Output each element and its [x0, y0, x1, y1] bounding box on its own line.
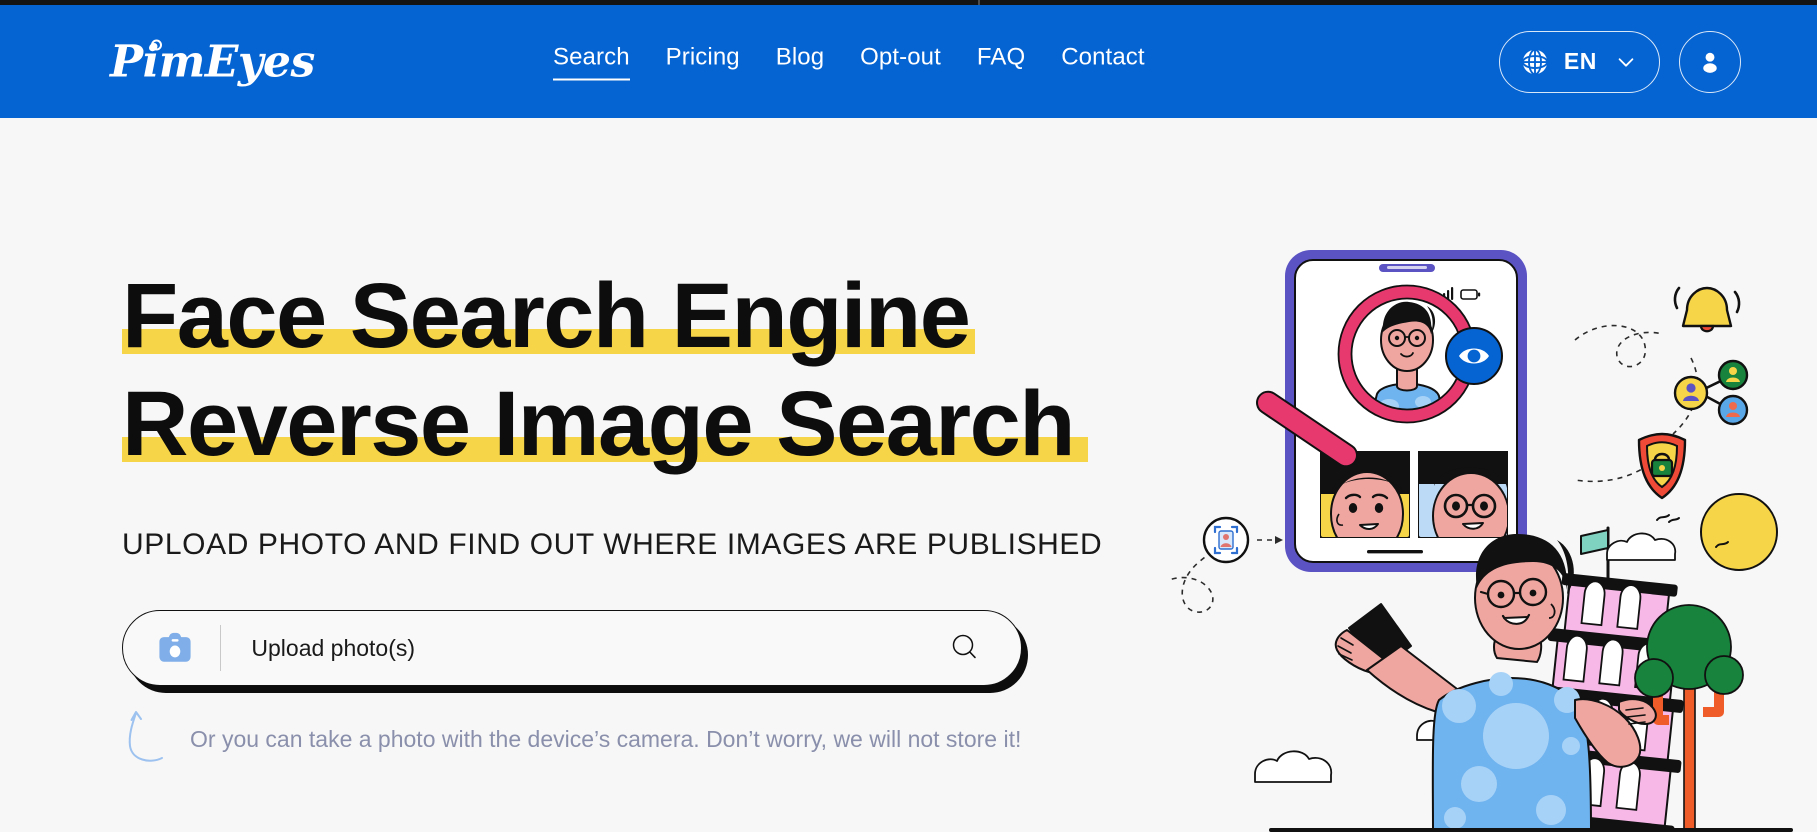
hero-subtitle: UPLOAD PHOTO AND FIND OUT WHERE IMAGES A… — [122, 528, 1103, 561]
page-title: Face Search Engine Reverse Image Search — [122, 262, 1142, 478]
camera-icon — [159, 632, 191, 662]
nav-item-opt-out[interactable]: Opt-out — [860, 43, 941, 80]
search-bar-container[interactable] — [122, 610, 1022, 686]
result-thumbnail-2 — [1418, 451, 1508, 538]
magnified-face-result — [1337, 284, 1477, 424]
illustration-svg — [1171, 250, 1793, 832]
curved-arrow-up-icon — [128, 711, 163, 762]
language-label: EN — [1563, 48, 1597, 74]
chevron-down-icon — [1618, 57, 1634, 67]
nav-item-blog[interactable]: Blog — [776, 43, 824, 80]
brand-logo[interactable]: PimEyes — [110, 36, 315, 87]
dashed-arrow-head — [1275, 536, 1283, 544]
nav-item-faq[interactable]: FAQ — [977, 43, 1025, 80]
chrome-tab-notch — [978, 0, 980, 5]
flag-icon — [1580, 526, 1610, 592]
brand-logo-text: PimEyes — [110, 36, 315, 87]
globe-icon — [1521, 48, 1548, 75]
page-root: PimEyes Search Pricing Blog Opt-out FAQ … — [0, 0, 1817, 832]
selfie-person — [1334, 534, 1657, 832]
camera-hint-text: Or you can take a photo with the device’… — [190, 726, 1022, 752]
shield-lock-icon — [1637, 432, 1687, 500]
headline-line-1: Face Search Engine — [122, 262, 975, 370]
leaning-tower — [1520, 573, 1684, 832]
share-network-icon — [1673, 359, 1749, 426]
nav-item-pricing[interactable]: Pricing — [666, 43, 740, 80]
tree-icon — [1634, 604, 1744, 831]
headline-line-1-text: Face Search Engine — [122, 265, 971, 367]
result-thumbnail-1 — [1320, 451, 1410, 538]
main-navigation: Search Pricing Blog Opt-out FAQ Contact — [553, 43, 1145, 80]
registered-dot-icon — [151, 39, 162, 50]
dashed-connectors — [1171, 324, 1699, 613]
user-account-icon — [1703, 52, 1717, 73]
bird-icons — [1656, 514, 1729, 548]
site-header: PimEyes Search Pricing Blog Opt-out FAQ … — [0, 5, 1817, 118]
camera-hint-row: Or you can take a photo with the device’… — [122, 711, 1142, 774]
phone-device — [1285, 250, 1527, 572]
search-icon — [952, 634, 976, 659]
language-selector[interactable]: EN — [1498, 30, 1660, 93]
account-button[interactable] — [1679, 30, 1741, 93]
search-input[interactable] — [251, 628, 931, 668]
header-actions: EN — [1498, 30, 1741, 93]
nav-item-search[interactable]: Search — [553, 43, 630, 80]
eye-badge-icon — [1445, 327, 1503, 385]
upload-search-bar — [122, 610, 1028, 693]
bell-icon — [1673, 286, 1741, 333]
browser-chrome-strip — [0, 0, 1817, 5]
magnifier-handle — [1256, 390, 1358, 468]
face-search-hero-illustration — [1171, 222, 1811, 832]
sun-icon — [1700, 493, 1778, 571]
nav-item-contact[interactable]: Contact — [1061, 43, 1144, 80]
camera-upload-button[interactable] — [156, 630, 194, 666]
phone-status-icons — [1439, 287, 1481, 300]
search-submit-button[interactable] — [947, 630, 983, 666]
face-scan-icon — [1202, 516, 1250, 564]
cloud-icons — [1254, 532, 1677, 783]
hero-section: Face Search Engine Reverse Image Search … — [122, 262, 1142, 774]
headline-line-2-text: Reverse Image Search — [122, 373, 1075, 475]
headline-line-2: Reverse Image Search — [122, 370, 1088, 478]
search-bar-divider — [220, 625, 222, 671]
